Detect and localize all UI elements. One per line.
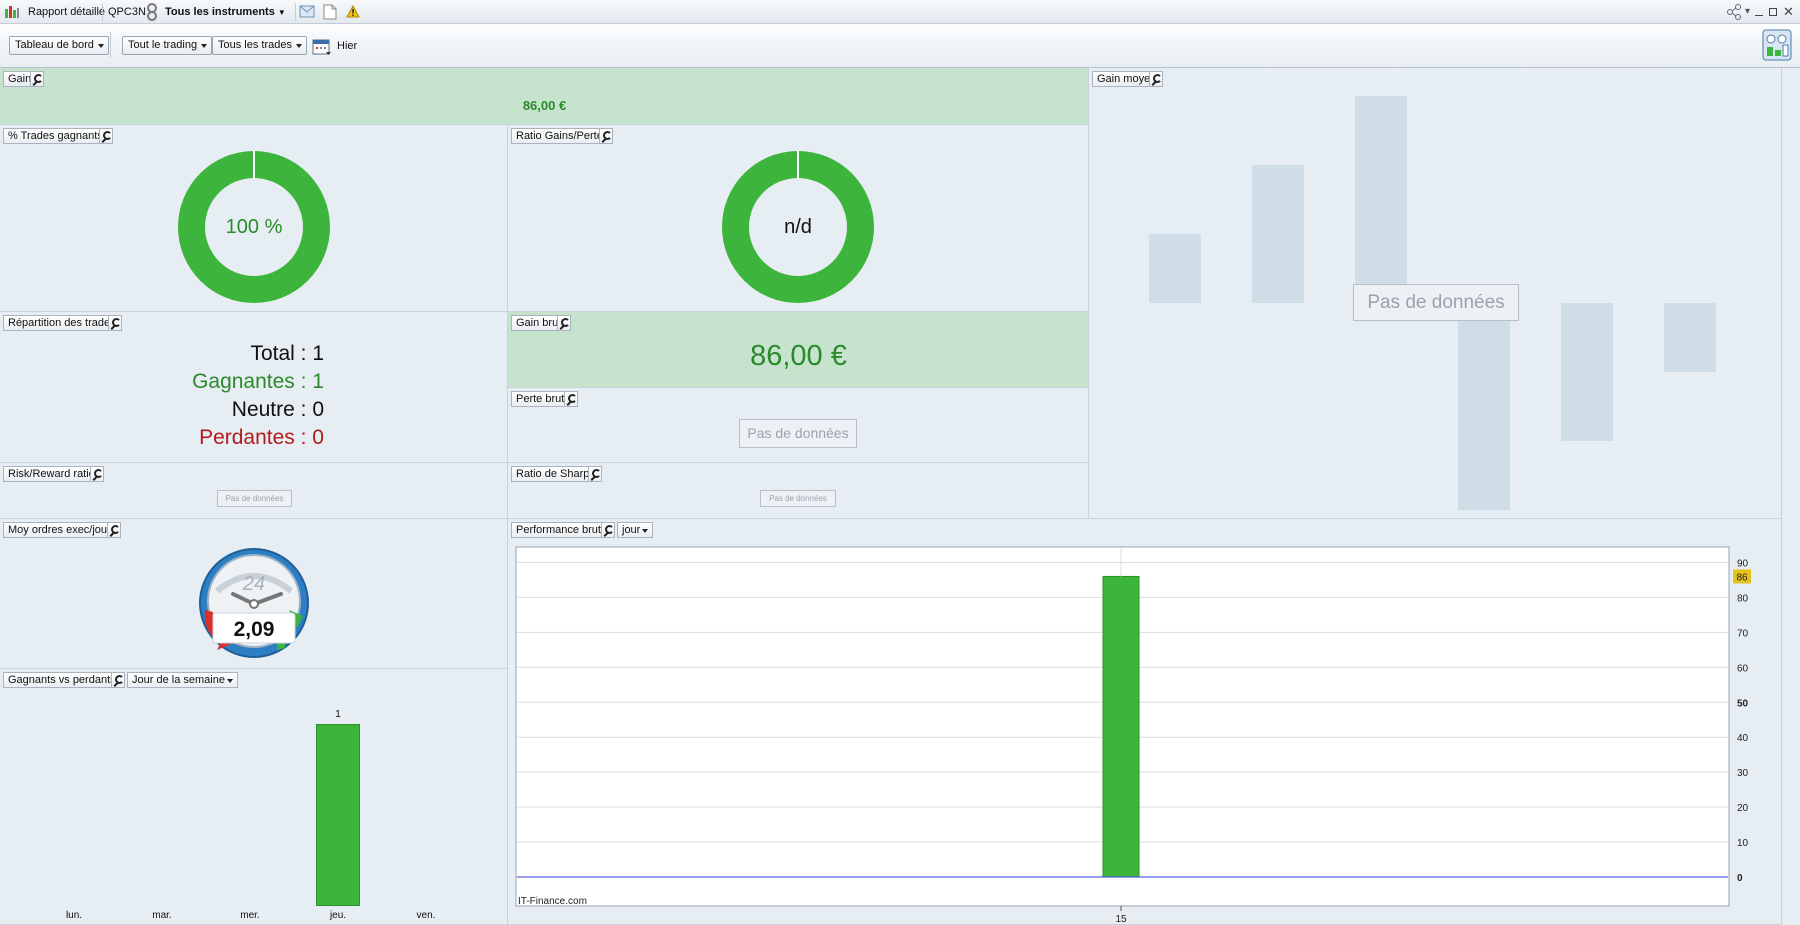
message-icon[interactable] xyxy=(299,5,315,19)
y-tick-label: 50 xyxy=(1737,698,1749,709)
period-label[interactable]: Hier xyxy=(337,40,357,52)
y-tick-label: 70 xyxy=(1737,628,1749,639)
chart-watermark: IT-Finance.com xyxy=(518,896,587,907)
y-tick-label: 80 xyxy=(1737,593,1749,604)
clock-dial-label: 24 xyxy=(242,573,265,595)
widget-performance-brute: Performance brute jour IT-Finance.com 01… xyxy=(508,519,1782,925)
right-margin xyxy=(1782,68,1800,925)
widget-moy-ordres: Moy ordres exec/jour 24 2,09 xyxy=(0,519,508,669)
x-tick-label: jeu. xyxy=(329,910,347,921)
neutral-count: Neutre : 0 xyxy=(231,398,324,421)
no-data-label: Pas de données xyxy=(760,490,836,507)
close-icon[interactable]: ✕ xyxy=(1783,4,1794,20)
trading-filter-dropdown[interactable]: Tout le trading xyxy=(122,36,213,55)
widget-risk-reward: Risk/Reward ratio Pas de données xyxy=(0,463,508,519)
widget-pct-trades-gagnants: % Trades gagnants 100 % xyxy=(0,125,508,312)
placeholder-bar xyxy=(1252,165,1304,303)
widget-title[interactable]: % Trades gagnants xyxy=(3,128,108,144)
dropdown-chevron-icon[interactable]: ▾ xyxy=(1745,6,1750,17)
orders-per-day-value: 2,09 xyxy=(234,618,275,641)
widget-gagnants-vs-perdants: Gagnants vs perdants Jour de la semaine … xyxy=(0,669,508,925)
performance-bar-chart: IT-Finance.com 0 10 20 30 40 50 60 70 80 90 15 86 xyxy=(515,546,1751,925)
widget-gain-brut: Gain brut 86,00 € xyxy=(508,312,1089,388)
restore-icon[interactable] xyxy=(1769,8,1777,16)
no-data-label: Pas de données xyxy=(1353,284,1519,321)
app-logo-icon xyxy=(5,6,19,18)
x-tick-label: mer. xyxy=(240,910,260,921)
toolbar: Tableau de bord Tout le trading Tous les… xyxy=(0,24,1800,68)
wrench-icon[interactable] xyxy=(599,128,613,144)
y-tick-label: 60 xyxy=(1737,663,1749,674)
placeholder-bar xyxy=(1149,234,1201,303)
widget-title[interactable]: Ratio Gains/Pertes xyxy=(511,128,614,144)
x-tick-label: mar. xyxy=(152,910,172,921)
donut-chart: 100 % xyxy=(178,151,330,303)
calendar-icon[interactable] xyxy=(312,37,332,57)
widget-title[interactable]: Moy ordres exec/jour xyxy=(3,522,116,538)
gain-value: 86,00 € xyxy=(522,98,567,113)
bar xyxy=(1102,575,1140,878)
y-tick-label: 90 xyxy=(1737,558,1749,569)
wrench-icon[interactable] xyxy=(588,466,602,482)
report-title: Rapport détaillé xyxy=(28,6,106,18)
donut-value: n/d xyxy=(784,216,812,238)
widget-perte-brute: Perte brute Pas de données xyxy=(508,388,1089,463)
weekday-bar-chart: lun. mar. mer. jeu. 1 ven. xyxy=(0,669,507,924)
y-tick-label: 0 xyxy=(1737,873,1743,884)
wrench-icon[interactable] xyxy=(557,315,571,331)
total-count: Total : 1 xyxy=(250,342,324,365)
placeholder-bar xyxy=(1664,303,1716,372)
data-label: 1 xyxy=(335,709,341,721)
account-label[interactable]: QPC3N xyxy=(108,6,146,18)
y-tick-label: 10 xyxy=(1737,838,1749,849)
losing-count: Perdantes : 0 xyxy=(199,426,324,449)
widget-ratio-sharpe: Ratio de Sharpe Pas de données xyxy=(508,463,1089,519)
wrench-icon[interactable] xyxy=(30,71,44,87)
instruments-selector[interactable]: Tous les instruments ▼ xyxy=(165,6,286,18)
gain-brut-value: 86,00 € xyxy=(750,340,847,372)
minimize-icon[interactable] xyxy=(1755,15,1763,16)
divider xyxy=(295,3,296,21)
winning-count: Gagnantes : 1 xyxy=(192,370,324,393)
dashboard-dropdown[interactable]: Tableau de bord xyxy=(9,36,109,55)
x-tick-label: 15 xyxy=(1115,914,1127,925)
y-tick-label: 40 xyxy=(1737,733,1749,744)
wrench-icon[interactable] xyxy=(564,391,578,407)
clock-gauge-icon: 24 2,09 xyxy=(199,548,309,658)
donut-value: 100 % xyxy=(225,216,283,238)
no-data-label: Pas de données xyxy=(217,490,292,507)
divider xyxy=(110,32,111,58)
dashboard-layout-icon[interactable] xyxy=(1762,29,1792,61)
share-icon[interactable] xyxy=(1726,4,1742,20)
widget-repartition-trades: Répartition des trades Total : 1 Gagnant… xyxy=(0,312,508,463)
x-tick-label: ven. xyxy=(416,910,436,921)
trade-stats: Total : 1 Gagnantes : 1 Neutre : 0 Perda… xyxy=(0,312,324,462)
warning-icon[interactable] xyxy=(346,5,360,18)
window-titlebar: Rapport détaillé QPC3N Tous les instrume… xyxy=(0,0,1800,24)
widget-ratio-gains-pertes: Ratio Gains/Pertes n/d xyxy=(508,125,1089,312)
widget-title[interactable]: Risk/Reward ratio xyxy=(3,466,100,482)
widget-gain-moyen: Gain moyen Pas de données xyxy=(1089,68,1782,519)
divider xyxy=(102,3,103,21)
x-tick-label: lun. xyxy=(65,910,83,921)
document-icon[interactable] xyxy=(323,4,337,20)
placeholder-bar xyxy=(1458,303,1510,510)
wrench-icon[interactable] xyxy=(107,522,121,538)
wrench-icon[interactable] xyxy=(90,466,104,482)
current-value-label: 86 xyxy=(1736,572,1748,583)
y-tick-label: 20 xyxy=(1737,803,1749,814)
wrench-icon[interactable] xyxy=(99,128,113,144)
widget-gain: Gain 86,00 € xyxy=(0,68,1089,125)
bar[interactable] xyxy=(316,724,360,906)
trades-filter-dropdown[interactable]: Tous les trades xyxy=(212,36,307,55)
y-tick-label: 30 xyxy=(1737,768,1749,779)
no-data-label: Pas de données xyxy=(739,419,857,448)
donut-chart: n/d xyxy=(722,151,874,303)
wrench-icon[interactable] xyxy=(1149,71,1163,87)
placeholder-bar xyxy=(1355,96,1407,303)
placeholder-bar xyxy=(1561,303,1613,441)
link-chain-icon[interactable] xyxy=(146,3,158,21)
